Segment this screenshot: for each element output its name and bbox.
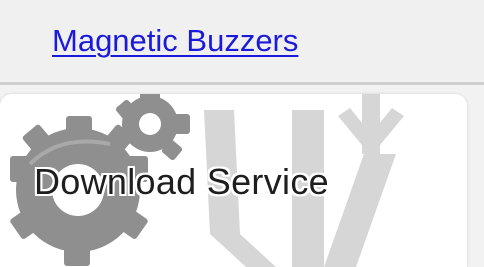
magnetic-buzzers-link[interactable]: Magnetic Buzzers — [52, 19, 352, 63]
link-bar: Magnetic Buzzers — [0, 0, 484, 82]
download-service-label: Download Service — [34, 161, 329, 202]
page: Magnetic Buzzers Download Service — [0, 0, 484, 267]
download-service-banner[interactable]: Download Service — [0, 94, 467, 267]
divider — [0, 82, 484, 85]
